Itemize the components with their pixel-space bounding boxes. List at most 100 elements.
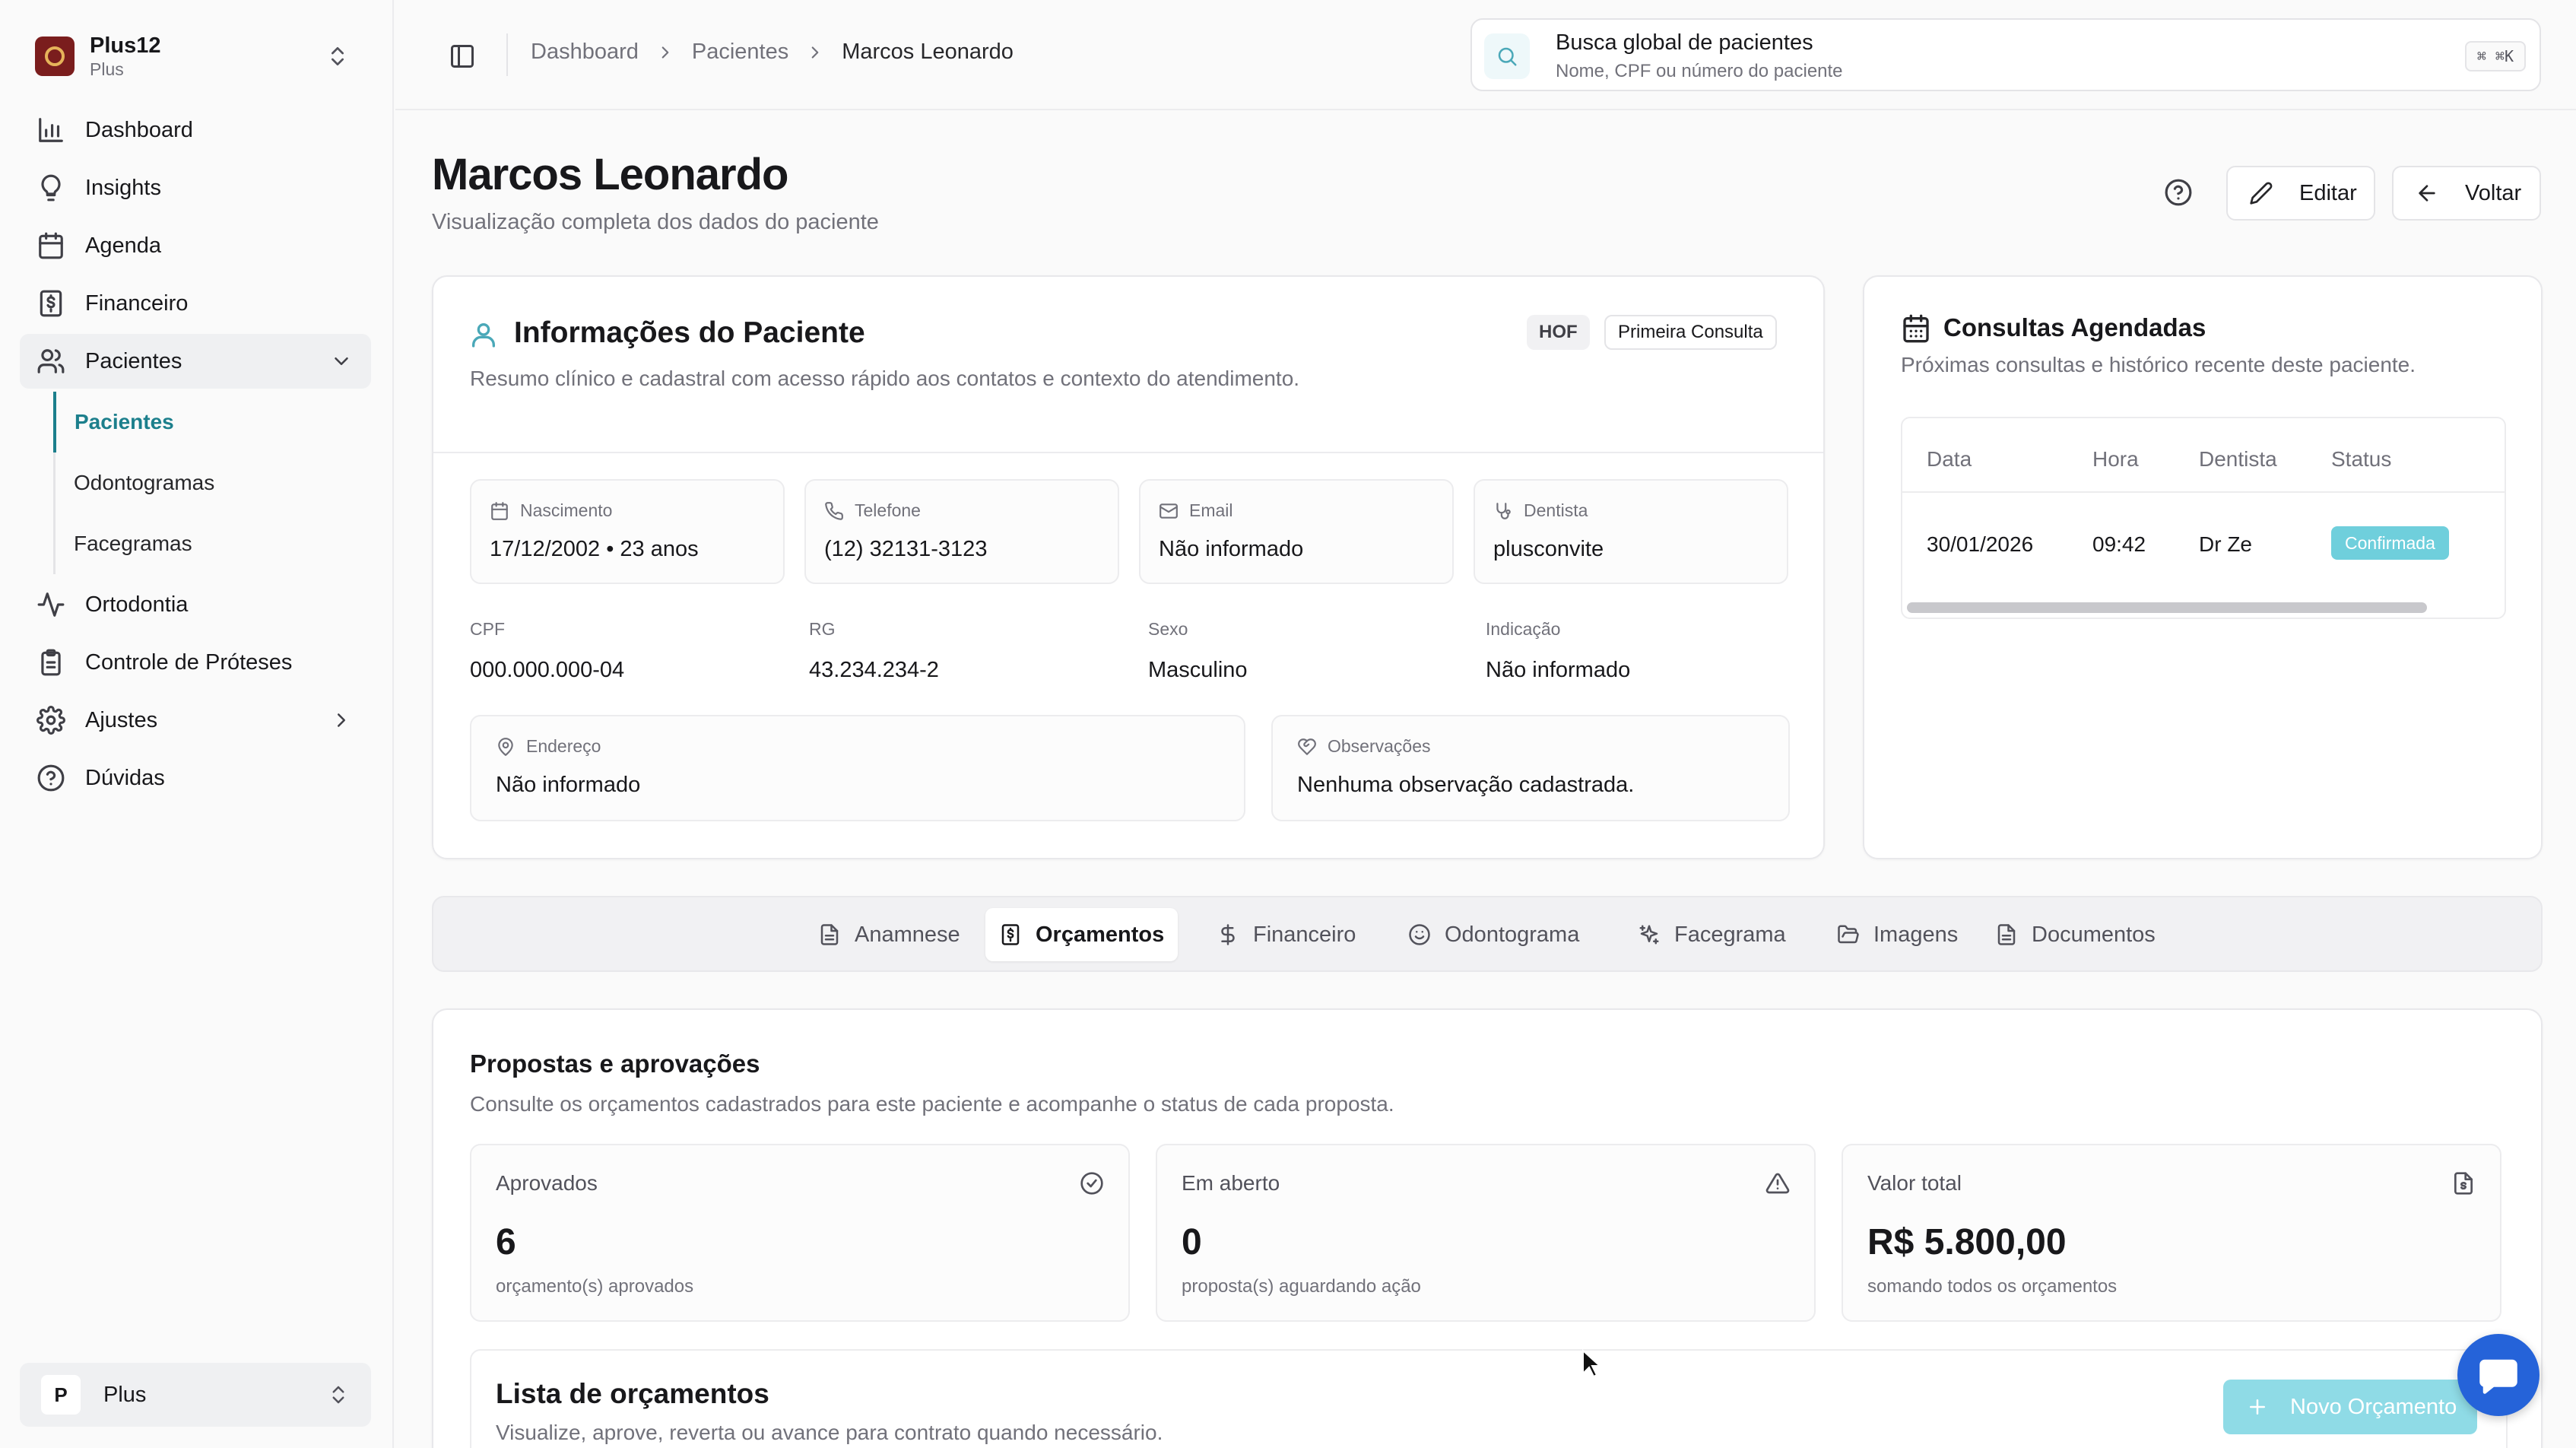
table-cell-hora: 09:42 xyxy=(2092,532,2146,556)
tab-label: Anamnese xyxy=(855,922,960,947)
user-icon xyxy=(468,319,499,350)
sidebar-nav: Dashboard Insights Agenda Financeiro Pac… xyxy=(20,103,371,808)
table-header: Data xyxy=(1927,447,1972,471)
field-value: 43.234.234-2 xyxy=(809,658,939,682)
user-workspace-switcher[interactable]: P Plus xyxy=(20,1363,371,1427)
tab-odontograma[interactable]: Odontograma xyxy=(1394,908,1593,961)
bar-chart-icon xyxy=(36,116,65,144)
help-icon[interactable] xyxy=(2164,178,2193,207)
horizontal-scrollbar[interactable] xyxy=(1907,602,2427,613)
field-label: Dentista xyxy=(1524,500,1588,520)
budgets-title: Propostas e aprovações xyxy=(470,1049,760,1078)
users-icon xyxy=(36,347,65,376)
sidebar-subitem-facegramas[interactable]: Facegramas xyxy=(56,513,371,574)
table-cell-dentista: Dr Ze xyxy=(2199,532,2252,556)
breadcrumb-pacientes[interactable]: Pacientes xyxy=(692,40,788,65)
search-icon xyxy=(1496,45,1518,68)
table-header: Dentista xyxy=(2199,447,2277,471)
edit-button[interactable]: Editar xyxy=(2226,166,2375,221)
stat-note: proposta(s) aguardando ação xyxy=(1182,1276,1421,1297)
page-subtitle: Visualização completa dos dados do pacie… xyxy=(432,210,879,234)
field-endereco: Endereço Não informado xyxy=(470,715,1245,821)
field-label: Email xyxy=(1189,500,1233,520)
field-label: Sexo xyxy=(1148,619,1188,639)
field-value: 000.000.000-04 xyxy=(470,658,625,682)
stat-note: orçamento(s) aprovados xyxy=(496,1276,694,1297)
field-value: Nenhuma observação cadastrada. xyxy=(1297,773,1635,797)
sidebar-item-ajustes[interactable]: Ajustes xyxy=(20,693,371,748)
sidebar-item-pacientes[interactable]: Pacientes xyxy=(20,334,371,389)
table-header: Hora xyxy=(2092,447,2139,471)
sidebar-subitem-odontogramas[interactable]: Odontogramas xyxy=(56,452,371,513)
help-circle-icon xyxy=(36,764,65,792)
tab-orcamentos[interactable]: Orçamentos xyxy=(985,908,1179,961)
chat-button[interactable] xyxy=(2457,1334,2540,1416)
tab-imagens[interactable]: Imagens xyxy=(1823,908,1972,961)
search-shortcut: ⌘ ⌘K xyxy=(2464,41,2526,71)
stat-value: R$ 5.800,00 xyxy=(1867,1222,2067,1262)
back-button-label: Voltar xyxy=(2465,180,2522,205)
tab-label: Odontograma xyxy=(1445,922,1580,947)
brand-name: Plus12 xyxy=(90,33,161,58)
sidebar-item-label: Controle de Próteses xyxy=(85,649,293,675)
sidebar-item-controle-proteses[interactable]: Controle de Próteses xyxy=(20,635,371,690)
tab-facegrama[interactable]: Facegrama xyxy=(1624,908,1800,961)
field-value: Masculino xyxy=(1148,658,1248,682)
lightbulb-icon xyxy=(36,173,65,202)
field-value[interactable]: (12) 32131-3123 xyxy=(824,537,987,562)
mail-icon xyxy=(1159,501,1179,521)
sparkles-icon xyxy=(1638,923,1661,946)
tab-anamnese[interactable]: Anamnese xyxy=(804,908,974,961)
sidebar-item-insights[interactable]: Insights xyxy=(20,160,371,215)
field-label: CPF xyxy=(470,619,505,639)
field-value: 17/12/2002 • 23 anos xyxy=(490,537,699,561)
stat-note: somando todos os orçamentos xyxy=(1867,1276,2118,1297)
global-search[interactable]: Busca global de pacientes Nome, CPF ou n… xyxy=(1470,18,2541,91)
activity-icon xyxy=(36,590,65,619)
sidebar-item-financeiro[interactable]: Financeiro xyxy=(20,276,371,331)
sidebar-item-duvidas[interactable]: Dúvidas xyxy=(20,751,371,805)
back-button[interactable]: Voltar xyxy=(2392,166,2541,221)
pencil-icon xyxy=(2249,181,2273,205)
appointments-table: Data Hora Dentista Status 30/01/2026 09:… xyxy=(1901,417,2506,619)
field-nascimento: Nascimento 17/12/2002 • 23 anos xyxy=(470,479,785,584)
chevron-down-icon xyxy=(330,350,353,373)
budgets-description: Consulte os orçamentos cadastrados para … xyxy=(470,1092,1394,1116)
sidebar-item-label: Dúvidas xyxy=(85,765,165,790)
receipt-icon xyxy=(999,923,1022,946)
dollar-sign-icon xyxy=(1217,923,1239,946)
check-circle-icon xyxy=(1080,1171,1104,1196)
field-value: Não informado xyxy=(1159,537,1304,561)
tab-financeiro[interactable]: Financeiro xyxy=(1203,908,1369,961)
table-header: Status xyxy=(2331,447,2392,471)
field-rg: RG 43.234.234-2 xyxy=(809,619,939,683)
field-label: RG xyxy=(809,619,836,639)
new-budget-button[interactable]: Novo Orçamento xyxy=(2223,1380,2477,1434)
sidebar-subitem-pacientes[interactable]: Pacientes xyxy=(53,392,371,452)
budget-list-title: Lista de orçamentos xyxy=(496,1378,769,1409)
page-title: Marcos Leonardo xyxy=(432,150,788,199)
budget-list-card: Lista de orçamentos Visualize, aprove, r… xyxy=(470,1349,2508,1448)
patient-info-title: Informações do Paciente xyxy=(514,316,865,349)
field-value: Não informado xyxy=(496,773,641,797)
sidebar-item-dashboard[interactable]: Dashboard xyxy=(20,103,371,157)
table-cell-data: 30/01/2026 xyxy=(1927,532,2034,556)
field-value: plusconvite xyxy=(1493,537,1604,561)
field-label: Telefone xyxy=(855,500,921,520)
sidebar-item-ortodontia[interactable]: Ortodontia xyxy=(20,577,371,632)
sidebar: Plus12 Plus Dashboard Insights Agenda Fi… xyxy=(0,0,394,1448)
calendar-days-icon xyxy=(1901,313,1931,344)
sidebar-item-label: Ajustes xyxy=(85,707,158,732)
sidebar-toggle-icon[interactable] xyxy=(449,43,476,70)
sidebar-item-label: Pacientes xyxy=(85,348,182,373)
field-label: Endereço xyxy=(526,736,601,756)
avatar: P xyxy=(41,1375,81,1415)
stat-card-aprovados: Aprovados 6 orçamento(s) aprovados xyxy=(470,1144,1130,1322)
tab-documentos[interactable]: Documentos xyxy=(1981,908,2169,961)
calendar-icon xyxy=(36,231,65,260)
breadcrumb-dashboard[interactable]: Dashboard xyxy=(531,40,639,65)
field-cpf: CPF 000.000.000-04 xyxy=(470,619,624,683)
sidebar-item-agenda[interactable]: Agenda xyxy=(20,218,371,273)
chevron-right-icon xyxy=(805,43,825,62)
workspace-switcher[interactable]: Plus12 Plus xyxy=(20,21,371,91)
